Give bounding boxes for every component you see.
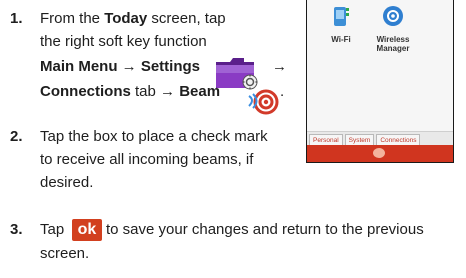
step-3-line-2: screen. — [40, 245, 90, 262]
ok-button[interactable]: ok — [72, 219, 102, 241]
settings-folder-icon — [216, 58, 258, 90]
app-label: Wireless Manager — [376, 35, 410, 53]
text: screen, tap — [147, 10, 226, 27]
phone-screenshot: Wi-Fi Wireless Manager Personal System C… — [306, 0, 454, 163]
beam-term: → Beam — [160, 83, 221, 100]
settings-tabs: Personal System Connections — [307, 131, 453, 146]
step-3-line-1-pre: Tap — [40, 221, 65, 238]
step-number: 3. — [10, 221, 23, 238]
soft-key-bar — [307, 145, 453, 162]
step-number: 2. — [10, 128, 23, 145]
step-number: 1. — [10, 10, 23, 27]
beam-icon — [248, 89, 279, 115]
connections-term: Connections — [40, 83, 131, 100]
wireless-manager-icon — [383, 6, 403, 26]
instruction-page: 1. From the Today screen, tap the right … — [0, 0, 466, 278]
step-3-line-1-post: to save your changes and return to the p… — [106, 221, 424, 238]
keyboard-icon[interactable] — [373, 148, 385, 158]
text: From the — [40, 10, 105, 27]
step-1-line-2: the right soft key function — [40, 33, 207, 50]
step-2: 2. Tap the box to place a check mark to … — [0, 126, 306, 196]
app-label: Wi-Fi — [331, 35, 351, 44]
step-1-line-4: Connections tab → Beam — [40, 81, 220, 103]
step-1-period: . — [280, 83, 285, 100]
step-1-arrow: → — [272, 58, 287, 75]
step-1-line-1: From the Today screen, tap — [40, 8, 226, 30]
wireless-manager-app[interactable]: Wireless Manager — [365, 4, 421, 53]
today-term: Today — [104, 10, 148, 27]
wifi-app[interactable]: Wi-Fi — [313, 4, 369, 44]
step-1-line-3: Main Menu → Settings — [40, 58, 201, 75]
step-3: 3. Tap to save your changes and return t… — [0, 219, 466, 269]
wifi-icon — [334, 7, 349, 26]
step-2-line-1: Tap the box to place a check mark — [40, 128, 268, 145]
step-2-line-2: to receive all incoming beams, if — [40, 151, 254, 168]
step-2-line-3: desired. — [40, 174, 94, 191]
text: tab — [130, 83, 161, 100]
